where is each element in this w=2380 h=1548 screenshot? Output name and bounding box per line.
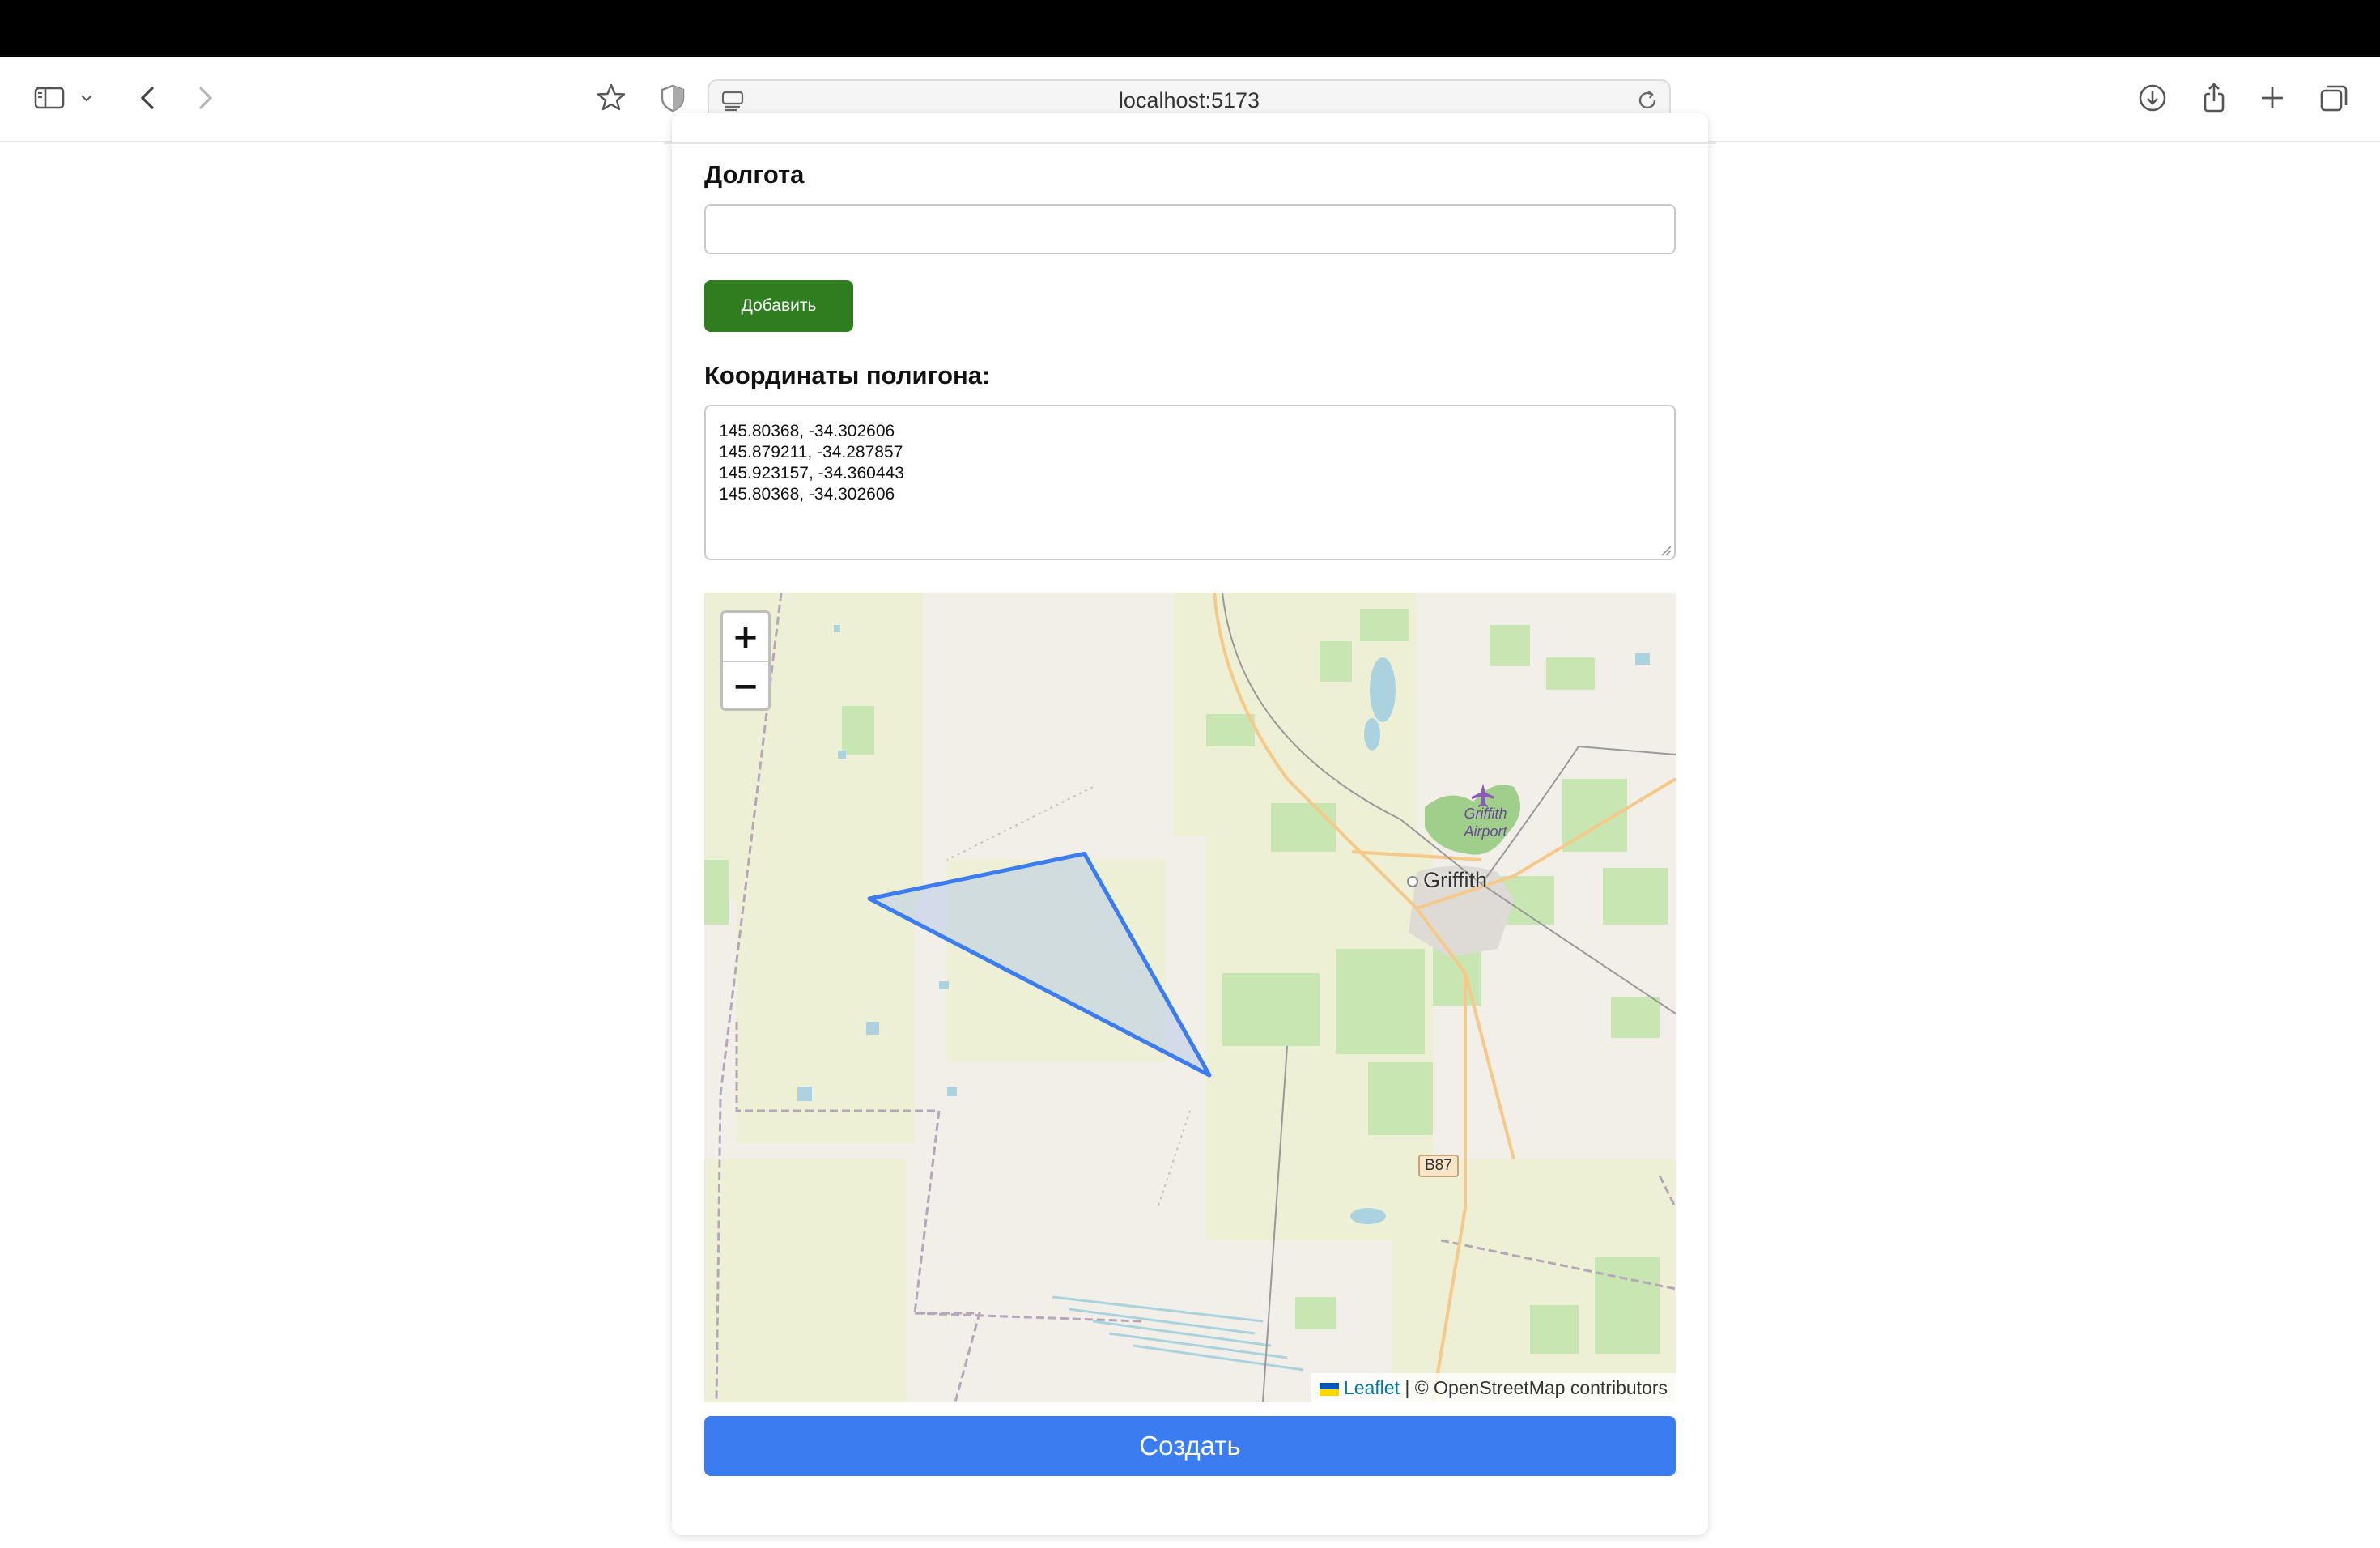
download-icon[interactable] xyxy=(2132,78,2173,118)
longitude-label: Долгота xyxy=(704,160,805,189)
airport-label: Griffith Airport xyxy=(1457,805,1514,840)
chevron-down-icon[interactable] xyxy=(74,78,99,118)
airport-label-line-2: Airport xyxy=(1464,823,1507,840)
attribution-text: | © OpenStreetMap contributors xyxy=(1405,1377,1668,1398)
toolbar-divider xyxy=(664,142,1716,144)
place-label: Griffith xyxy=(1423,868,1488,892)
airport-label-line-1: Griffith xyxy=(1464,806,1507,822)
resize-grip-icon[interactable] xyxy=(1660,544,1672,557)
shield-icon[interactable] xyxy=(652,78,693,118)
window-titlebar xyxy=(0,0,2380,57)
leaflet-link[interactable]: Leaflet xyxy=(1344,1377,1400,1398)
ukraine-flag-icon xyxy=(1319,1382,1339,1396)
back-icon[interactable] xyxy=(128,78,168,118)
new-tab-icon[interactable] xyxy=(2252,78,2293,118)
sidebar-icon[interactable] xyxy=(29,78,70,118)
map-tiles xyxy=(704,593,1676,1402)
zoom-in-button[interactable]: + xyxy=(723,613,768,662)
coords-textarea[interactable]: 145.80368, -34.302606 145.879211, -34.28… xyxy=(704,405,1676,560)
longitude-input[interactable] xyxy=(704,204,1676,254)
star-icon[interactable] xyxy=(591,78,631,118)
map[interactable]: Griffith Airport Griffith B87 + − Leafle… xyxy=(704,593,1676,1402)
share-icon[interactable] xyxy=(2194,78,2234,118)
create-button[interactable]: Создать xyxy=(704,1416,1676,1476)
reload-icon[interactable] xyxy=(1634,87,1661,114)
tabs-overview-icon[interactable] xyxy=(2314,78,2354,118)
map-attribution: Leaflet | © OpenStreetMap contributors xyxy=(1311,1373,1676,1402)
road-shield: B87 xyxy=(1418,1155,1459,1177)
forward-icon[interactable] xyxy=(185,78,225,118)
coords-label: Координаты полигона: xyxy=(704,361,991,389)
zoom-out-button[interactable]: − xyxy=(723,662,768,710)
add-button[interactable]: Добавить xyxy=(704,280,853,332)
zoom-control: + − xyxy=(720,610,771,711)
